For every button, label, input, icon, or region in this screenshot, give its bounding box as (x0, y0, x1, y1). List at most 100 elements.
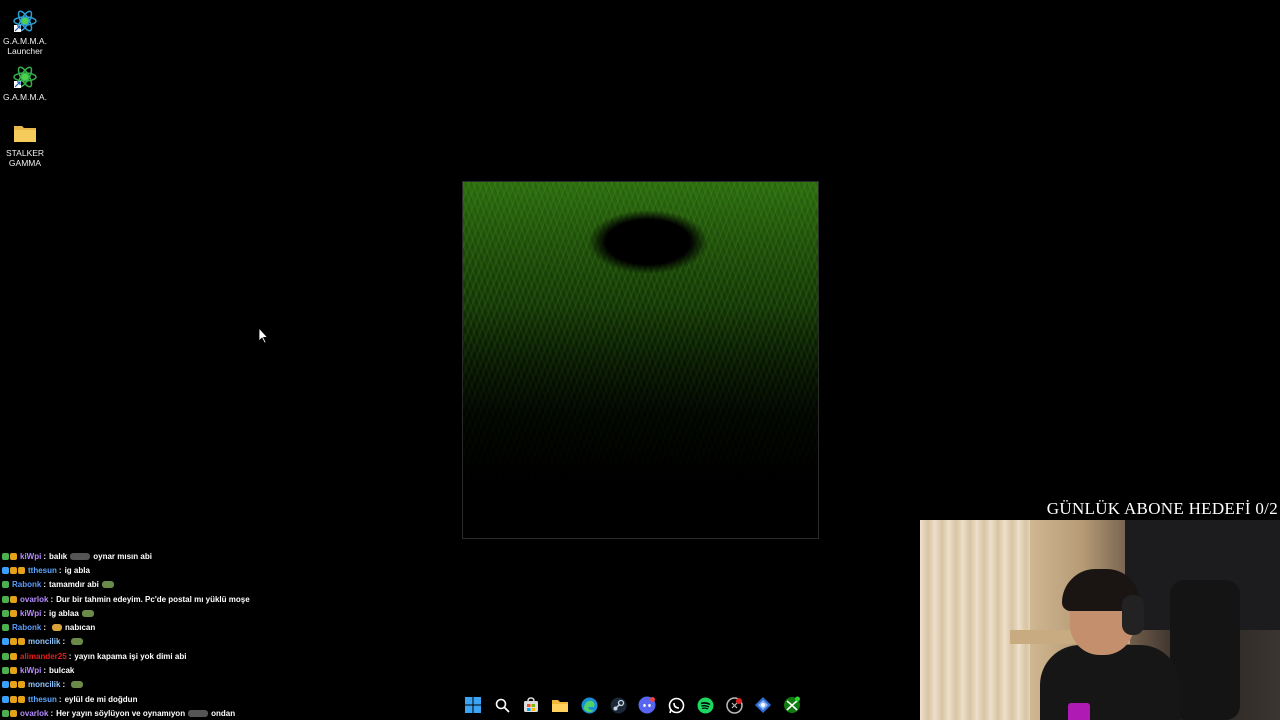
chat-username: tthesun (28, 694, 57, 704)
windows-start-icon[interactable] (463, 695, 483, 715)
chat-username: kiWpi (20, 666, 42, 676)
chat-badges (2, 566, 25, 574)
badge-icon (18, 638, 25, 646)
badge-icon (2, 709, 9, 717)
headset-icon (1122, 595, 1144, 635)
chat-emote-icon (188, 709, 209, 717)
chat-username: Rabonk (12, 580, 42, 590)
chat-badges (2, 581, 9, 589)
chat-overlay: kiWpi: balık oynar mısın abi tthesun: ig abl… (0, 549, 300, 720)
desktop-icon-label: G.A.M.M.A. Launcher (3, 36, 47, 56)
chat-message: alimander25: yayın kapama işi yok dimi ab… (0, 649, 300, 663)
badge-icon (10, 695, 17, 703)
chat-separator: : (58, 565, 62, 575)
discord-icon[interactable] (637, 695, 657, 715)
badge-icon (2, 566, 9, 574)
chat-username: moncilik (28, 680, 61, 690)
chat-message: moncilik: (0, 678, 300, 692)
chat-text: yayın kapama işi yok dimi abi (74, 651, 187, 661)
badge-icon (2, 609, 9, 617)
chat-text: oynar mısın abi (93, 551, 152, 561)
chat-username: ovarlok (20, 708, 49, 718)
chat-separator: : (50, 708, 54, 718)
chat-text: balık (49, 551, 68, 561)
riot-icon[interactable] (724, 695, 744, 715)
chat-text: nabıcan (65, 623, 96, 633)
chat-separator: : (43, 666, 47, 676)
badge-icon (2, 652, 9, 660)
mouse-cursor-icon (259, 328, 269, 344)
chat-emote-icon (71, 681, 84, 689)
edge-icon[interactable] (579, 695, 599, 715)
chat-text: bulcak (49, 666, 75, 676)
chat-separator: : (43, 551, 47, 561)
webcam-curtain (920, 520, 1030, 720)
steam-icon[interactable] (608, 695, 628, 715)
game-scene (463, 182, 818, 538)
badge-icon (2, 581, 9, 589)
chat-badges (2, 609, 17, 617)
chat-badges (2, 667, 17, 675)
chat-message: moncilik: (0, 635, 300, 649)
chat-separator: : (62, 637, 66, 647)
badge-icon (18, 695, 25, 703)
whatsapp-icon[interactable] (666, 695, 686, 715)
badge-icon (10, 566, 17, 574)
desktop-icon-label: G.A.M.M.A. (3, 92, 47, 102)
chat-emote-icon (81, 609, 94, 617)
chat-username: kiWpi (20, 608, 42, 618)
file-explorer-icon[interactable] (550, 695, 570, 715)
gamma-launcher-icon (12, 8, 38, 34)
chat-text: Dur bir tahmin edeyim. Pc'de postal mı y… (56, 594, 250, 604)
badge-icon (10, 709, 17, 717)
chat-badges (2, 709, 17, 717)
badge-icon (18, 681, 25, 689)
chat-text: tamamdır abi (49, 580, 99, 590)
game-window[interactable] (462, 181, 819, 539)
badge-icon (2, 695, 9, 703)
streamer-body (1040, 645, 1180, 720)
chat-message: Rabonk: tamamdır abi (0, 578, 300, 592)
chat-text: Her yayın söylüyon ve oynamıyon (56, 708, 186, 718)
store-icon[interactable] (521, 695, 541, 715)
chat-badges (2, 638, 25, 646)
chat-username: tthesun (28, 565, 57, 575)
gamepad-icon[interactable] (753, 695, 773, 715)
desktop-icon-label: STALKER GAMMA (5, 148, 45, 168)
gamma-icon (12, 64, 38, 90)
chat-username: moncilik (28, 637, 61, 647)
spotify-icon[interactable] (695, 695, 715, 715)
badge-icon (2, 552, 9, 560)
badge-icon (2, 638, 9, 646)
chat-text: eylül de mi doğdun (64, 694, 138, 704)
webcam-chair (1170, 580, 1240, 720)
chat-username: Rabonk (12, 623, 42, 633)
chat-username: kiWpi (20, 551, 42, 561)
chat-badges (2, 652, 17, 660)
chat-separator: : (68, 651, 72, 661)
xbox-icon[interactable] (782, 695, 802, 715)
microphone-icon (1068, 703, 1090, 720)
desktop-icon-gamma-launcher[interactable]: G.A.M.M.A. Launcher (0, 8, 50, 56)
chat-message: Rabonk: nabıcan (0, 620, 300, 634)
chat-emote-icon (101, 581, 114, 589)
badge-icon (10, 638, 17, 646)
badge-icon (18, 566, 25, 574)
chat-message: ovarlok: Her yayın söylüyon ve oynamıyon o… (0, 706, 300, 720)
desktop-icon-gamma[interactable]: G.A.M.M.A. (0, 64, 50, 102)
chat-emote-icon (70, 552, 91, 560)
streamer (1040, 569, 1180, 720)
desktop-icon-stalker-gamma[interactable]: STALKER GAMMA (0, 120, 50, 168)
chat-badges (2, 595, 17, 603)
chat-emote-icon (71, 638, 84, 646)
search-icon[interactable] (492, 695, 512, 715)
chat-separator: : (50, 594, 54, 604)
chat-message: tthesun: eylül de mi doğdun (0, 692, 300, 706)
chat-message: kiWpi: bulcak (0, 663, 300, 677)
chat-separator: : (43, 580, 47, 590)
chat-emote-icon (52, 624, 63, 632)
badge-icon (2, 681, 9, 689)
chat-separator: : (58, 694, 62, 704)
badge-icon (2, 595, 9, 603)
subscriber-goal: GÜNLÜK ABONE HEDEFİ 0/2 (1046, 499, 1278, 518)
